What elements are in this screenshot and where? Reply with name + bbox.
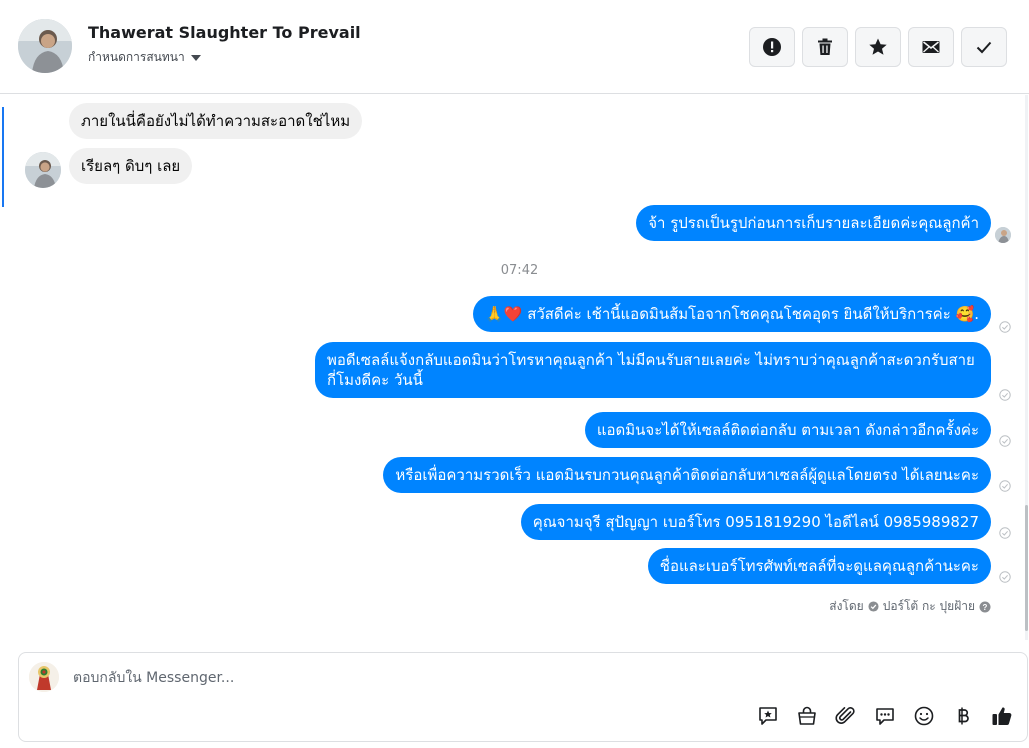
attach-icon	[835, 707, 855, 724]
saved-reply-icon	[759, 707, 777, 725]
outgoing-message[interactable]: จ้า รูปรถเป็นรูปก่อนการเก็บรายละเอียดค่ะ…	[636, 205, 991, 241]
payment-button[interactable]	[950, 703, 976, 729]
saved-replies-button[interactable]	[755, 703, 781, 729]
reply-composer	[18, 652, 1028, 742]
outgoing-message[interactable]: 🙏❤️ สวัสดีค่ะ เช้านี้แอดมินส้มโอจากโชคคุ…	[473, 296, 991, 332]
reply-input[interactable]	[73, 667, 773, 689]
sent-check-icon	[999, 527, 1011, 539]
checkmark-icon	[976, 41, 992, 54]
mark-unread-button[interactable]	[908, 27, 954, 67]
sent-check-icon	[999, 571, 1011, 583]
outgoing-message[interactable]: ชื่อและเบอร์โทรศัพท์เซลล์ที่จะดูแลคุณลูก…	[647, 548, 991, 584]
emoji-icon	[914, 706, 934, 726]
conversation-label-dropdown[interactable]: กำหนดการสนทนา	[88, 48, 201, 67]
contact-avatar-small	[25, 152, 61, 188]
sent-check-icon	[999, 480, 1011, 492]
trash-icon	[818, 38, 832, 55]
outgoing-message[interactable]: พอดีเซลล์แจ้งกลับแอดมินว่าโทรหาคุณลูกค้า…	[315, 342, 991, 398]
attach-button[interactable]	[833, 703, 859, 729]
incoming-message[interactable]: เรียลๆ ดิบๆ เลย	[69, 148, 193, 184]
help-icon[interactable]: ?	[979, 601, 991, 613]
sent-by-label: ส่งโดย	[829, 599, 864, 613]
subtitle-label: กำหนดการสนทนา	[88, 50, 185, 64]
star-button[interactable]	[855, 27, 901, 67]
chat-icon	[876, 708, 894, 725]
verified-icon	[868, 601, 879, 612]
outgoing-message[interactable]: คุณจามจุรี สุปัญญา เบอร์โทร 0951819290 ไ…	[520, 504, 991, 540]
message-timestamp: 07:42	[500, 263, 539, 278]
composer-toolbar	[755, 703, 1015, 729]
caret-down-icon	[190, 54, 201, 61]
sent-check-icon	[999, 321, 1011, 333]
emoji-button[interactable]	[911, 703, 937, 729]
seen-avatar	[995, 227, 1011, 243]
contact-name[interactable]: Thawerat Slaughter To Prevail	[88, 23, 361, 42]
svg-text:?: ?	[983, 603, 988, 612]
outgoing-message[interactable]: หรือเพื่อความรวดเร็ว แอดมินรบกวนคุณลูกค้…	[383, 457, 991, 493]
contact-avatar[interactable]	[18, 19, 72, 73]
sent-check-icon	[999, 435, 1011, 447]
page-avatar	[29, 662, 59, 692]
mark-done-button[interactable]	[961, 27, 1007, 67]
shop-button[interactable]	[794, 703, 820, 729]
incoming-message[interactable]: ภายในนี่คือยังไม่ได้ทำความสะอาดใช่ไหม	[69, 103, 363, 139]
delete-button[interactable]	[802, 27, 848, 67]
alert-icon	[763, 38, 781, 56]
unread-indicator	[2, 107, 4, 207]
conversation-header: Thawerat Slaughter To Prevail กำหนดการสน…	[0, 0, 1029, 94]
sent-check-icon	[999, 389, 1011, 401]
outgoing-message[interactable]: แอดมินจะได้ให้เซลล์ติดต่อกลับ ตามเวลา ดั…	[584, 412, 991, 448]
like-icon	[992, 707, 1012, 726]
star-icon	[869, 38, 887, 55]
mail-icon	[922, 41, 940, 53]
header-toolbar	[749, 27, 1007, 67]
quick-reply-button[interactable]	[872, 703, 898, 729]
sent-by-name[interactable]: ปอร์โต้ กะ ปุยฝ้าย	[883, 597, 975, 616]
thread-scrollbar-thumb[interactable]	[1025, 505, 1028, 631]
sent-by-line: ส่งโดย ปอร์โต้ กะ ปุยฝ้าย ?	[829, 597, 991, 616]
shop-icon	[798, 706, 816, 725]
mark-spam-button[interactable]	[749, 27, 795, 67]
like-button[interactable]	[989, 703, 1015, 729]
baht-icon	[958, 707, 969, 725]
message-thread[interactable]: ภายในนี่คือยังไม่ได้ทำความสะอาดใช่ไหม เร…	[0, 95, 1029, 640]
